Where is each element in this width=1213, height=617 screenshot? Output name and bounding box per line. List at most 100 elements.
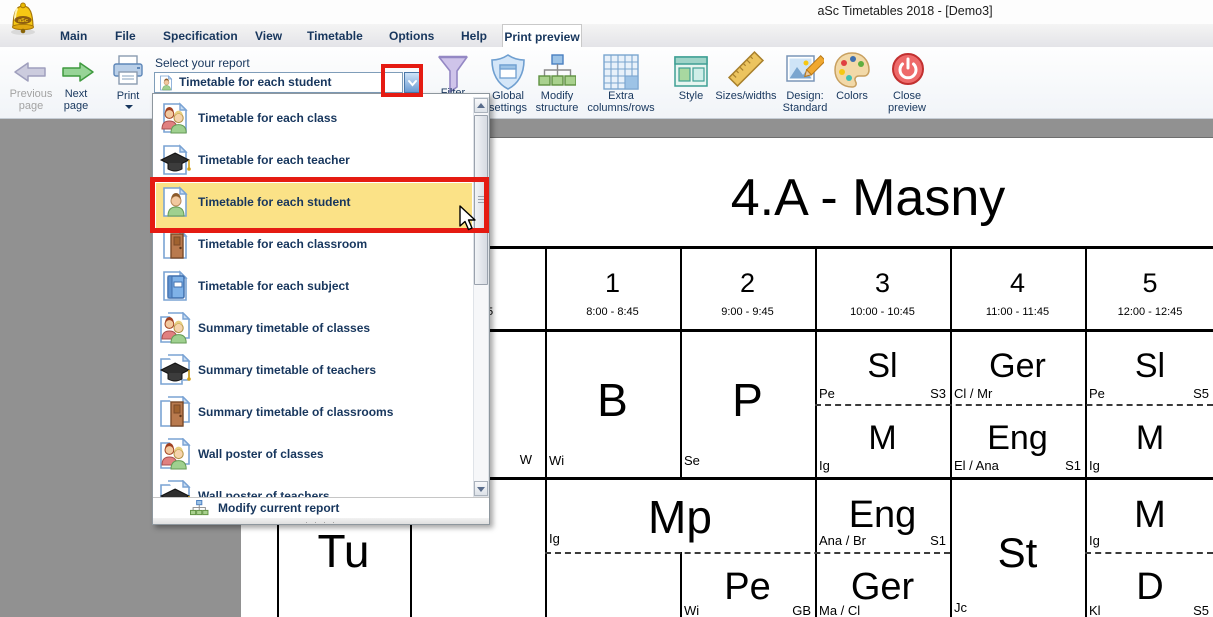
pages-class-icon xyxy=(159,312,191,344)
lesson-teacher: Ig xyxy=(1089,458,1100,473)
lesson-subject: P xyxy=(680,375,815,425)
lesson-room: S5 xyxy=(1085,386,1209,401)
lesson-subject: D xyxy=(1085,566,1213,608)
style-button[interactable]: Style xyxy=(668,51,714,115)
report-item-wall-poster-classes[interactable]: Wall poster of classes xyxy=(154,433,472,475)
tab-print-preview[interactable]: Print preview xyxy=(502,24,582,47)
report-item-summary-classrooms[interactable]: Summary timetable of classrooms xyxy=(154,391,472,433)
report-item-summary-classes[interactable]: Summary timetable of classes xyxy=(154,307,472,349)
print-dropdown-arrow-icon xyxy=(125,105,133,109)
report-item-summary-teachers[interactable]: Summary timetable of teachers xyxy=(154,349,472,391)
arrow-left-icon xyxy=(12,60,48,84)
next-page-button[interactable]: Next page xyxy=(48,55,104,115)
page-subject-icon xyxy=(159,270,191,302)
triangle-up-icon xyxy=(477,103,485,108)
menu-view[interactable]: View xyxy=(255,29,282,43)
select-report-label: Select your report xyxy=(155,56,250,70)
page-teacher-icon xyxy=(159,144,191,176)
lesson-teacher: Cl / Mr xyxy=(954,386,992,401)
annotation-box-student-item xyxy=(150,177,489,233)
lesson-subject: M xyxy=(1085,419,1213,457)
lesson-subject: Sl xyxy=(1085,347,1213,385)
printer-icon xyxy=(111,55,145,87)
report-item-teacher[interactable]: Timetable for each teacher xyxy=(154,139,472,181)
modify-structure-button[interactable]: Modify structure xyxy=(528,51,586,115)
mouse-cursor-icon xyxy=(458,205,477,233)
report-item-class[interactable]: Timetable for each class xyxy=(154,97,472,139)
lesson-subject: Pe xyxy=(680,566,815,608)
modify-report-icon xyxy=(189,500,209,517)
lesson-teacher: Se xyxy=(684,453,700,468)
lesson-subject: Eng xyxy=(815,494,950,536)
extra-columns-rows-button[interactable]: Extra columns/rows xyxy=(582,51,660,115)
timetable-page-title: 4.A - Masny xyxy=(545,168,1191,228)
title-bar: aSc Timetables 2018 - [Demo3] xyxy=(0,0,1213,24)
lesson-subject: B xyxy=(545,375,680,425)
print-button[interactable]: Print xyxy=(106,53,150,115)
lesson-subject: Mp xyxy=(545,492,815,542)
scroll-down-button[interactable] xyxy=(474,481,488,496)
dropdown-scrollbar[interactable] xyxy=(473,97,489,497)
svg-text:aSc: aSc xyxy=(18,18,28,24)
period-time: 8:00 - 8:45 xyxy=(545,306,680,318)
lesson-divider xyxy=(815,404,1213,406)
lesson-teacher: Ig xyxy=(819,458,830,473)
day-label: Tu xyxy=(277,524,410,578)
design-picture-pencil-icon xyxy=(786,51,824,89)
period-number: 5 xyxy=(1085,268,1213,299)
lesson-teacher: Ma / Cl xyxy=(819,603,860,617)
lesson-subject: M xyxy=(815,419,950,457)
triangle-down-icon xyxy=(477,487,485,492)
period-time: 11:00 - 11:45 xyxy=(950,306,1085,318)
menu-main[interactable]: Main xyxy=(60,29,87,43)
menu-specification[interactable]: Specification xyxy=(163,29,238,43)
lesson-teacher: Jc xyxy=(954,600,967,615)
shield-settings-icon xyxy=(490,53,526,91)
lesson-room: GB xyxy=(680,603,811,617)
power-close-icon xyxy=(891,51,925,87)
window-title: aSc Timetables 2018 - [Demo3] xyxy=(700,4,1110,18)
lesson-room: S3 xyxy=(815,386,946,401)
period-number: 2 xyxy=(680,268,815,299)
pages-classroom-icon xyxy=(159,396,191,428)
design-standard-button[interactable]: Design: Standard xyxy=(776,49,834,115)
panel-resize-grip[interactable]: . . . . xyxy=(153,518,489,524)
lesson-label-partial: W xyxy=(500,452,532,467)
close-preview-button[interactable]: Close preview xyxy=(882,49,932,115)
lesson-teacher: Ig xyxy=(1089,533,1100,548)
menu-timetable[interactable]: Timetable xyxy=(307,29,363,43)
lesson-room: S1 xyxy=(950,458,1081,473)
lesson-subject: Ger xyxy=(815,566,950,608)
lesson-teacher: Wi xyxy=(549,453,564,468)
lesson-subject: St xyxy=(950,530,1085,576)
asc-timetables-window: aSc Timetables 2018 - [Demo3] Main File … xyxy=(0,0,1213,617)
asc-bell-logo-icon: aSc xyxy=(8,2,38,36)
period-number: 4 xyxy=(950,268,1085,299)
period-time: 9:00 - 9:45 xyxy=(680,306,815,318)
pages-class-icon xyxy=(159,438,191,470)
pages-teacher-icon xyxy=(159,480,191,497)
report-item-wall-poster-teachers[interactable]: Wall poster of teachers xyxy=(154,475,472,497)
annotation-box-dropdown-button xyxy=(381,64,423,97)
table-border xyxy=(545,246,547,617)
report-item-subject[interactable]: Timetable for each subject xyxy=(154,265,472,307)
period-number: 3 xyxy=(815,268,950,299)
report-student-mini-icon xyxy=(158,75,174,91)
scroll-up-button[interactable] xyxy=(474,98,488,113)
lesson-divider xyxy=(545,552,950,554)
colors-button[interactable]: Colors xyxy=(829,49,875,115)
lesson-teacher: Ig xyxy=(549,531,560,546)
lesson-subject: Eng xyxy=(950,419,1085,457)
lesson-room: S5 xyxy=(1085,603,1209,617)
lesson-room: S1 xyxy=(815,533,946,548)
menu-help[interactable]: Help xyxy=(461,29,487,43)
sizes-widths-button[interactable]: Sizes/widths xyxy=(710,48,782,115)
period-time: 10:00 - 10:45 xyxy=(815,306,950,318)
period-time: 12:00 - 12:45 xyxy=(1085,306,1213,318)
report-dropdown-list: Timetable for each class Timetable for e… xyxy=(152,93,490,525)
lesson-subject: M xyxy=(1085,494,1213,536)
page-class-icon xyxy=(159,102,191,134)
menu-options[interactable]: Options xyxy=(389,29,434,43)
menu-file[interactable]: File xyxy=(115,29,136,43)
pages-teacher-icon xyxy=(159,354,191,386)
